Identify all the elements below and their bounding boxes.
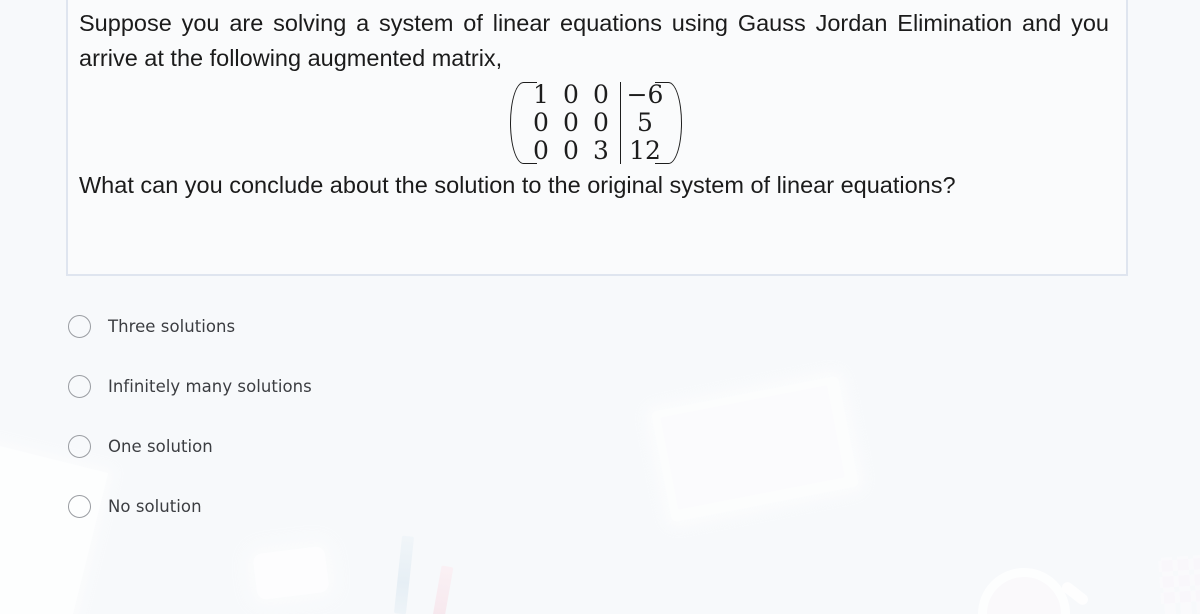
radio-button-one-solution[interactable] xyxy=(68,434,91,458)
answer-options-list: Three solutions Infinitely many solution… xyxy=(66,300,666,540)
blue-pencil-artifact-icon xyxy=(393,535,415,614)
matrix-cell-r1c2: 0 xyxy=(563,80,579,110)
option-three-solutions[interactable]: Three solutions xyxy=(66,300,666,352)
pink-pencil-artifact-icon xyxy=(432,565,454,614)
radio-button-three-solutions[interactable] xyxy=(68,314,91,338)
eraser-artifact-icon xyxy=(252,545,330,601)
radio-button-infinitely-many-solutions[interactable] xyxy=(68,374,91,398)
matrix-augment-divider-icon xyxy=(619,82,621,164)
magnifier-lens-artifact-icon xyxy=(978,568,1070,614)
matrix-grid: 1 0 0 −6 0 0 0 5 0 0 3 12 xyxy=(524,80,668,166)
option-label-three-solutions: Three solutions xyxy=(108,316,236,336)
tablet-artifact-icon xyxy=(651,375,859,523)
tablet-screen-artifact-icon xyxy=(660,385,846,510)
matrix-cell-r3c2: 0 xyxy=(563,135,579,165)
matrix-cell-r3c3: 3 xyxy=(593,135,609,165)
option-label-no-solution: No solution xyxy=(108,496,202,516)
question-line-2: What can you conclude about the solution… xyxy=(79,172,956,198)
option-no-solution[interactable]: No solution xyxy=(66,480,666,532)
magnifier-handle-artifact-icon xyxy=(1059,579,1091,608)
question-stem-box: Suppose you are solving a system of line… xyxy=(66,0,1128,276)
option-label-one-solution: One solution xyxy=(108,436,213,456)
matrix-cell-r1c3: 0 xyxy=(593,80,609,110)
keyboard-keys-artifact-icon xyxy=(1158,554,1200,614)
matrix-cell-r2c2: 0 xyxy=(563,107,579,137)
matrix-inner: 1 0 0 −6 0 0 0 5 0 0 3 12 xyxy=(507,80,685,166)
matrix-cell-r2c3: 0 xyxy=(593,107,609,137)
augmented-matrix: 1 0 0 −6 0 0 0 5 0 0 3 12 xyxy=(78,80,1110,166)
radio-button-no-solution[interactable] xyxy=(68,494,91,518)
matrix-right-paren-icon xyxy=(655,80,685,166)
matrix-left-paren-icon xyxy=(507,80,537,166)
option-one-solution[interactable]: One solution xyxy=(66,420,666,472)
option-infinitely-many-solutions[interactable]: Infinitely many solutions xyxy=(66,360,666,412)
question-line-1: Suppose you are solving a system of line… xyxy=(79,10,1109,71)
option-label-infinitely-many-solutions: Infinitely many solutions xyxy=(108,376,312,396)
